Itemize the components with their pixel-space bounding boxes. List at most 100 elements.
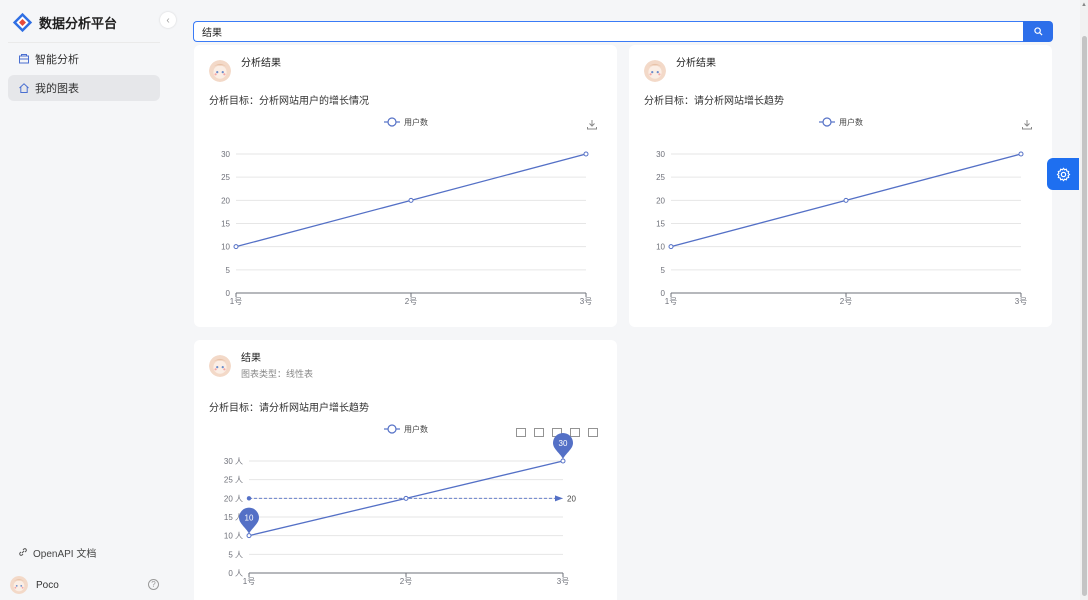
y-tick-label: 0 人 (228, 569, 243, 578)
settings-button[interactable] (1047, 158, 1079, 190)
data-point (246, 533, 252, 539)
x-tick-label: 1号 (243, 577, 255, 586)
y-tick-label: 15 (656, 220, 665, 229)
y-tick-label: 20 (656, 196, 665, 205)
goal-text: 请分析网站用户增长趋势 (259, 403, 369, 414)
y-tick-label: 25 (221, 173, 230, 182)
mark-point-pin: 30 (553, 433, 573, 459)
data-point (583, 151, 589, 157)
y-tick-label: 30 (221, 150, 230, 159)
y-tick-label: 10 (656, 243, 665, 252)
openapi-doc-link[interactable]: OpenAPI 文档 (18, 545, 97, 560)
zoom-reset-icon[interactable] (534, 428, 544, 437)
chart-legend: 用户数 (384, 117, 428, 127)
goal-label: 分析目标： (209, 96, 259, 107)
download-icon[interactable] (587, 120, 597, 130)
goal-label: 分析目标： (209, 403, 259, 414)
brand[interactable]: 数据分析平台 (12, 11, 117, 33)
sidebar-item-label: 智能分析 (35, 54, 79, 66)
mark-line-start (246, 496, 252, 501)
x-tick-label: 3号 (557, 577, 569, 586)
gear-icon (1056, 167, 1070, 181)
zoom-icon-glyph (516, 428, 526, 437)
line-chart: 用户数0 人5 人10 人15 人20 人25 人30 人1号 2号 3号20103… (224, 424, 598, 586)
logo-icon (12, 12, 33, 32)
card-title: 分析结果 (241, 58, 281, 69)
chevron-left-icon[interactable]: ‹ (160, 12, 176, 28)
mark-line-label: 20 (567, 494, 576, 503)
link-icon (19, 548, 27, 556)
user-profile[interactable]: Poco (10, 576, 160, 594)
question-icon[interactable]: ? (148, 579, 159, 590)
data-point (560, 458, 566, 464)
card-header: 分析结果 (644, 57, 716, 82)
y-tick-label: 25 人 (224, 476, 243, 485)
app-title: 数据分析平台 (39, 15, 118, 31)
avatar (209, 355, 231, 377)
y-tick-label: 20 (221, 196, 230, 205)
mark-line-arrow (555, 495, 563, 502)
chart-type-subtitle: 图表类型：线性表 (241, 369, 314, 379)
x-tick-label: 1号 (230, 297, 242, 306)
y-tick-label: 15 (221, 220, 230, 229)
openapi-label: OpenAPI 文档 (33, 548, 97, 560)
card-header: 结果 图表类型：线性表 (209, 352, 313, 382)
zoom-reset-icon-glyph (534, 428, 544, 437)
y-tick-label: 10 (221, 243, 230, 252)
data-point (843, 197, 849, 203)
download-glyph (1022, 120, 1032, 130)
download-icon[interactable] (1022, 120, 1032, 130)
legend-label: 用户数 (404, 424, 428, 434)
legend-marker (387, 424, 397, 434)
card-goal: 分析目标：分析网站用户的增长情况 (209, 92, 369, 107)
zoom-icon[interactable] (516, 428, 526, 437)
data-point (233, 244, 239, 250)
line-chart: 用户数0510152025301号 2号 3号 (221, 117, 597, 306)
y-tick-label: 25 (656, 173, 665, 182)
scroll-up-icon[interactable]: ▲ (1081, 2, 1087, 8)
home-icon (18, 82, 30, 94)
bar-icon[interactable] (570, 428, 580, 437)
search-icon (1033, 27, 1043, 36)
bar-icon-glyph (570, 428, 580, 437)
scrollbar-thumb[interactable] (1082, 36, 1087, 596)
data-point (408, 197, 414, 203)
chart-icon (18, 53, 30, 65)
legend-label: 用户数 (404, 117, 428, 127)
mark-point-label: 10 (245, 514, 254, 523)
card-title: 结果 (241, 353, 261, 364)
y-tick-label: 20 人 (224, 494, 243, 503)
card-goal: 分析目标：请分析网站增长趋势 (644, 92, 784, 107)
y-tick-label: 30 (656, 150, 665, 159)
chart-card: 分析结果 分析目标：分析网站用户的增长情况 用户数 0 5 10 15 20 25 30 1号 2… (194, 45, 617, 327)
data-point (668, 244, 674, 250)
y-tick-label: 30 人 (224, 457, 243, 466)
mark-point-pin: 10 (239, 507, 259, 534)
save-icon[interactable] (588, 428, 598, 437)
chart-card: 分析结果 分析目标：请分析网站增长趋势 用户数 0 5 10 15 20 25 30 1号 2号 3… (629, 45, 1052, 327)
x-tick-label: 3号 (1015, 297, 1027, 306)
sidebar: 数据分析平台 ‹ 智能分析 我的图表 OpenAPI 文档 Poco ? (0, 0, 176, 600)
goal-label: 分析目标： (644, 96, 694, 107)
x-tick-label: 2号 (405, 297, 417, 306)
line-chart: 用户数0510152025301号 2号 3号 (656, 117, 1032, 306)
download-glyph (587, 120, 597, 130)
x-tick-label: 1号 (665, 297, 677, 306)
sidebar-item-label: 我的图表 (35, 83, 79, 95)
avatar (209, 60, 231, 82)
avatar (10, 576, 28, 594)
search-button[interactable] (1023, 21, 1053, 42)
x-tick-label: 2号 (400, 577, 412, 586)
y-tick-label: 5 (661, 266, 666, 275)
search-input[interactable] (193, 21, 1023, 42)
x-tick-label: 3号 (580, 297, 592, 306)
save-icon-glyph (588, 428, 598, 437)
goal-text: 请分析网站增长趋势 (694, 96, 784, 107)
user-name: Poco (36, 579, 59, 591)
chart-legend: 用户数 (384, 424, 428, 434)
chart-card: 结果 图表类型：线性表 分析目标：请分析网站用户增长趋势 用户数 0 人 5 人 10… (194, 340, 617, 600)
sidebar-item-smart-analysis[interactable]: 智能分析 (8, 46, 160, 72)
sidebar-item-my-charts[interactable]: 我的图表 (8, 75, 160, 101)
data-point (403, 495, 409, 501)
goal-text: 分析网站用户的增长情况 (259, 96, 369, 107)
